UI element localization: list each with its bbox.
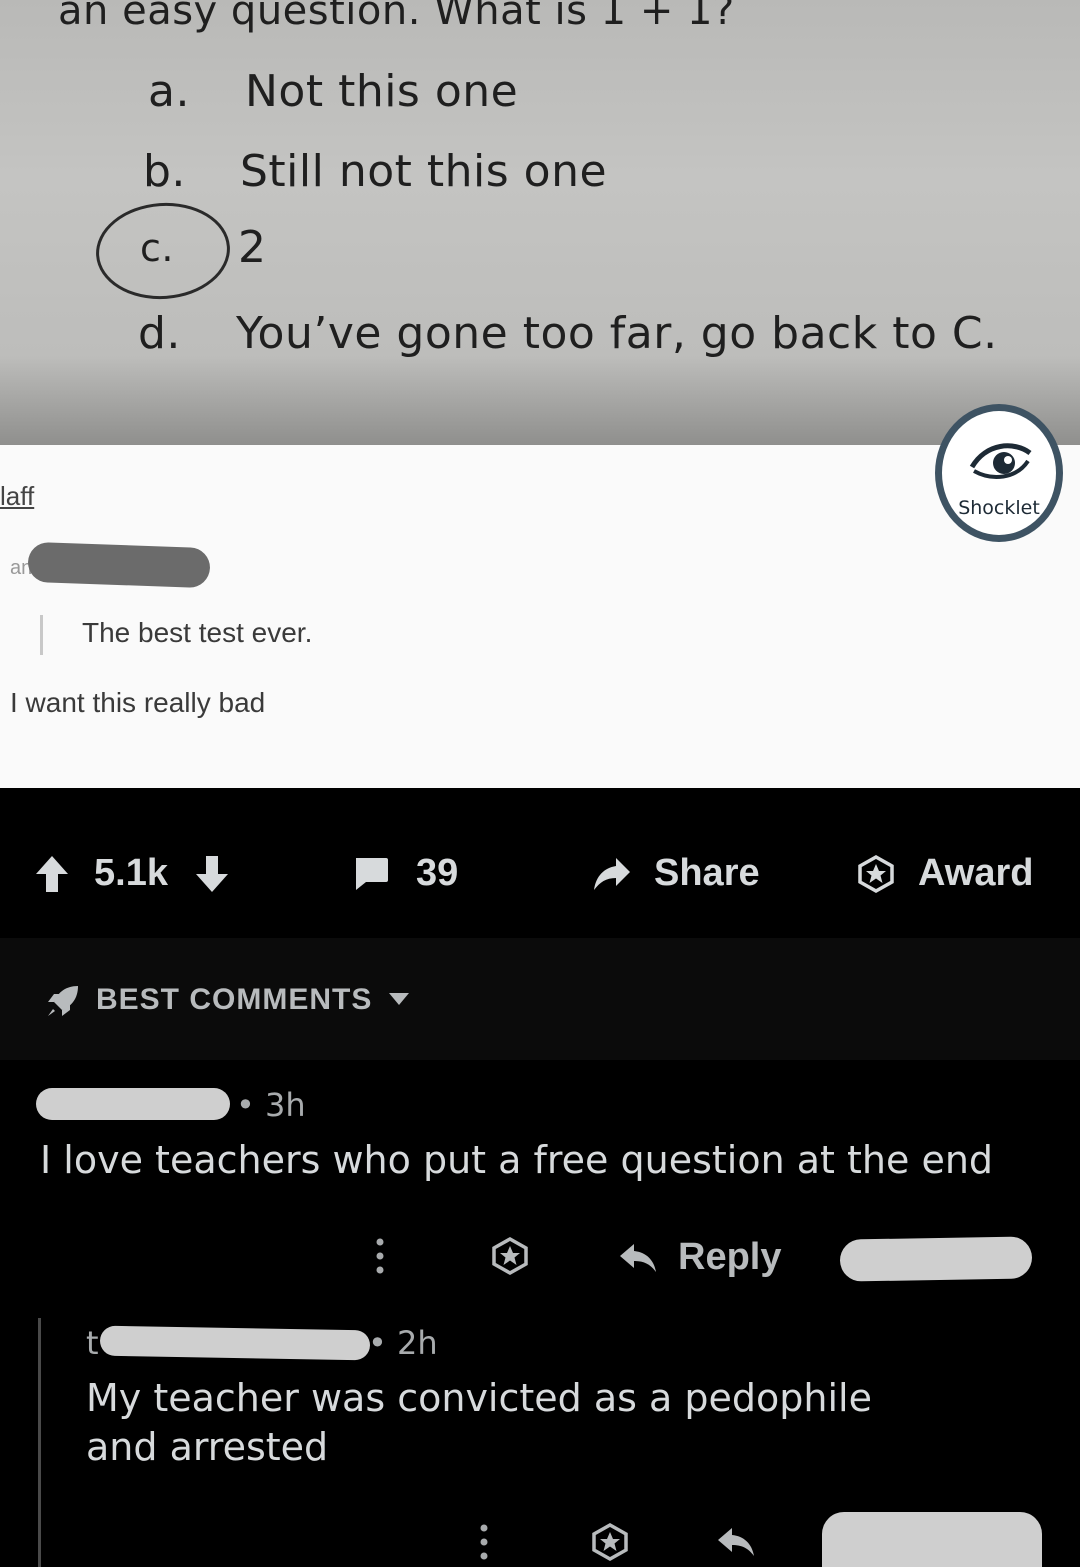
reply-arrow-icon[interactable] (716, 1524, 756, 1560)
social-comment-1: The best test ever. (82, 617, 313, 648)
more-options-icon[interactable] (370, 1236, 390, 1276)
social-comment-2: I want this really bad (10, 687, 266, 718)
award-label: Award (918, 852, 1034, 894)
post-image-paper: an easy question. What is 1 + 1? a. Not … (0, 0, 1080, 445)
reply-button[interactable]: Reply (618, 1236, 781, 1279)
downvote-icon[interactable] (194, 854, 230, 894)
vote-group: 5.1k (34, 852, 230, 895)
comment-1-time: • 3h (236, 1086, 306, 1124)
poster-name-fragment: laff (0, 481, 35, 511)
watermark-text: Shocklet (958, 497, 1040, 519)
question-text: an easy question. What is 1 + 1? (58, 0, 735, 34)
option-d-text: You’ve gone too far, go back to C. (236, 308, 998, 359)
comments-list: • 3h I love teachers who put a free ques… (0, 1060, 1080, 1567)
eye-logo-icon (969, 443, 1032, 479)
shocklet-watermark: Shocklet (935, 404, 1063, 542)
comments-sort-bar[interactable]: BEST COMMENTS (0, 938, 1080, 1060)
comment-2-body-line-2: and arrested (86, 1425, 329, 1469)
award-icon (858, 854, 894, 893)
reply-label: Reply (678, 1236, 782, 1278)
comment-2-redacted-vote-area (822, 1512, 1042, 1567)
more-options-icon[interactable] (474, 1522, 494, 1562)
option-c-letter: c. (140, 226, 174, 270)
share-arrow-icon (594, 857, 630, 890)
award-icon[interactable] (490, 1236, 530, 1276)
option-c-text: 2 (238, 222, 267, 273)
thread-indent-line (38, 1318, 41, 1567)
post-image-social: laff an The best test ever. I want this … (0, 445, 1080, 788)
comment-bubble-icon (356, 857, 388, 890)
upvote-icon[interactable] (34, 854, 70, 894)
score-count: 5.1k (94, 852, 168, 894)
comment-2-redacted-username (99, 1325, 371, 1361)
sort-label: BEST COMMENTS (96, 983, 373, 1016)
option-a-text: Not this one (245, 66, 519, 117)
comment-2-body-line-1: My teacher was convicted as a pedophile (86, 1376, 872, 1420)
award-button[interactable]: Award (856, 852, 1033, 895)
comment-1-redacted-username (36, 1088, 230, 1120)
rocket-icon (48, 986, 78, 1016)
award-icon[interactable] (590, 1522, 630, 1562)
post-action-bar: 5.1k 39 Share Award (0, 788, 1080, 938)
chevron-down-icon (389, 993, 409, 1005)
comment-1-body: I love teachers who put a free question … (40, 1138, 994, 1182)
comment-2-username-start: t (86, 1324, 99, 1362)
option-a-letter: a. (148, 66, 190, 117)
comment-2-time: • 2h (368, 1324, 438, 1362)
quote-bar (40, 615, 43, 655)
option-b-text: Still not this one (240, 146, 608, 197)
comments-count: 39 (416, 852, 459, 894)
option-b-letter: b. (143, 146, 186, 197)
share-button[interactable]: Share (592, 852, 760, 895)
reply-arrow-icon (620, 1243, 656, 1272)
redacted-username (27, 541, 211, 589)
comment-1-redacted-vote-area (839, 1236, 1033, 1282)
option-d-letter: d. (138, 308, 181, 359)
comments-button[interactable]: 39 (352, 852, 458, 895)
share-label: Share (654, 852, 760, 894)
